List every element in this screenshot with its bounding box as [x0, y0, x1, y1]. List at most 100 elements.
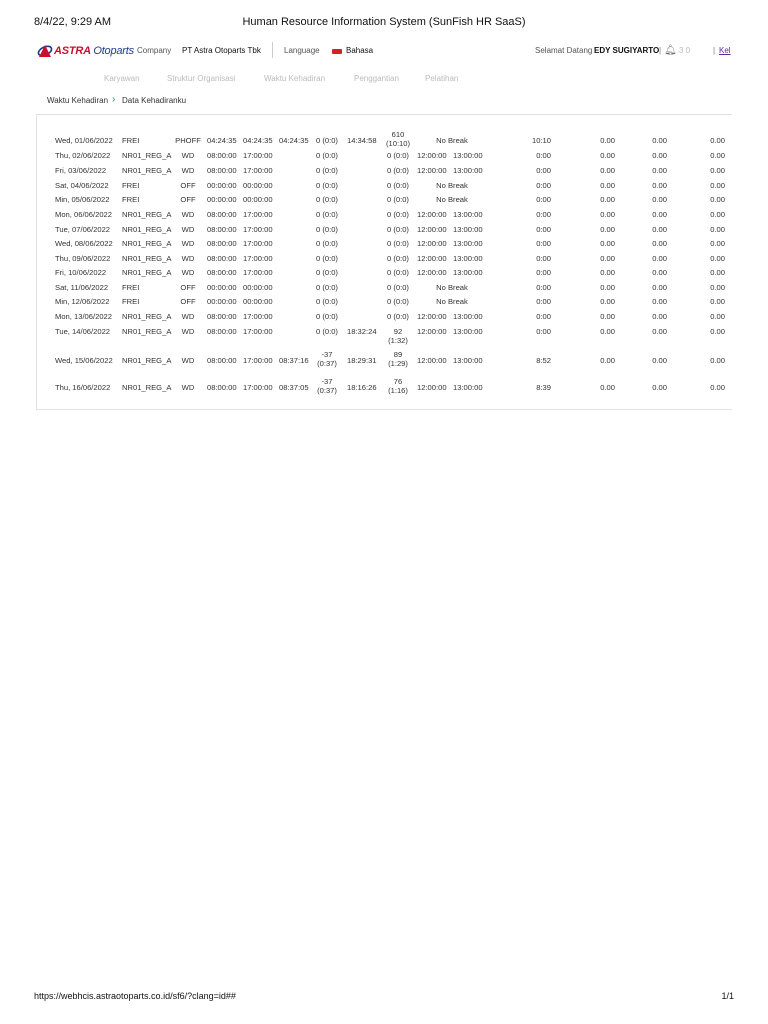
nav-item-penggantian[interactable]: Penggantian: [354, 74, 399, 83]
table-row: Wed, 15/06/2022 NR01_REG_A WD 08:00:00 17:00…: [37, 349, 732, 371]
cell-start: 08:00:00: [207, 210, 237, 219]
logout-link[interactable]: Kel: [719, 46, 731, 55]
cell-late: 0 (0:0): [316, 225, 338, 234]
cell-work: 0:00: [536, 151, 551, 160]
cell-type: WD: [181, 382, 195, 392]
cell-ot1: 0.00: [600, 355, 615, 365]
cell-late: 0 (0:0): [316, 254, 338, 263]
cell-early-minutes: 92: [393, 327, 403, 336]
company-logo[interactable]: ASTRA Otoparts: [36, 42, 134, 62]
nav-item-karyawan[interactable]: Karyawan: [104, 74, 140, 83]
cell-work: 0:00: [536, 239, 551, 248]
cell-break-end: 13:00:00: [453, 355, 483, 365]
cell-in: 04:24:35: [279, 135, 309, 145]
nav-item-struktur-organisasi[interactable]: Struktur Organisasi: [167, 74, 235, 83]
cell-break-end: 13:00:00: [453, 312, 483, 321]
cell-type: WD: [181, 210, 195, 219]
cell-break-start: 12:00:00: [417, 355, 447, 365]
cell-break: No Break: [436, 297, 468, 306]
chevron-right-icon: ›: [112, 94, 116, 105]
cell-break-end: 13:00:00: [453, 239, 483, 248]
cell-type: WD: [181, 312, 195, 321]
table-row: Fri, 10/06/2022 NR01_REG_A WD 08:00:00 17:00…: [37, 267, 732, 278]
cell-break: No Break: [436, 283, 468, 292]
cell-out: 14:34:58: [347, 135, 377, 145]
cell-ot3: 0.00: [710, 151, 725, 160]
cell-ot2: 0.00: [652, 297, 667, 306]
table-row: Tue, 07/06/2022 NR01_REG_A WD 08:00:00 17:00…: [37, 224, 732, 235]
cell-start: 00:00:00: [207, 181, 237, 190]
table-row: Wed, 08/06/2022 NR01_REG_A WD 08:00:00 17:00…: [37, 238, 732, 249]
cell-early-hours: (1:16): [388, 386, 408, 395]
cell-ot3: 0.00: [710, 225, 725, 234]
cell-type: WD: [181, 225, 195, 234]
cell-type: WD: [181, 166, 195, 175]
cell-end: 04:24:35: [243, 135, 273, 145]
language-label: Language: [284, 46, 320, 55]
cell-date: Fri, 03/06/2022: [55, 166, 107, 175]
indonesia-flag-icon: [332, 49, 342, 54]
cell-ot3: 0.00: [710, 239, 725, 248]
cell-early: 0 (0:0): [387, 151, 409, 160]
cell-ot1: 0.00: [600, 210, 615, 219]
table-row: Mon, 13/06/2022 NR01_REG_A WD 08:00:00 17:00…: [37, 311, 732, 322]
company-selector[interactable]: PT Astra Otoparts Tbk: [182, 46, 261, 55]
cell-end: 17:00:00: [243, 327, 273, 336]
cell-early-minutes: 610: [391, 130, 405, 139]
cell-shift: FREI: [122, 297, 140, 306]
cell-break-start: 12:00:00: [417, 268, 447, 277]
cell-shift: NR01_REG_A: [122, 254, 172, 263]
cell-work: 0:00: [536, 268, 551, 277]
cell-date: Sat, 11/06/2022: [55, 283, 109, 292]
cell-date: Fri, 10/06/2022: [55, 268, 107, 277]
table-row: Min, 12/06/2022 FREI OFF 00:00:00 00:00:00 0 …: [37, 296, 732, 307]
nav-item-pelatihan[interactable]: Pelatihan: [425, 74, 458, 83]
cell-work: 0:00: [536, 297, 551, 306]
cell-ot2: 0.00: [652, 239, 667, 248]
cell-start: 00:00:00: [207, 195, 237, 204]
print-footer: https://webhcis.astraotoparts.co.id/sf6/…: [34, 991, 734, 1005]
cell-date: Sat, 04/06/2022: [55, 181, 109, 190]
cell-work: 0:00: [536, 327, 551, 336]
table-row: Thu, 09/06/2022 NR01_REG_A WD 08:00:00 17:00…: [37, 253, 732, 264]
attendance-panel: Wed, 01/06/2022 FREI PHOFF 04:24:35 04:24:35…: [36, 114, 732, 410]
cell-date: Tue, 14/06/2022: [55, 327, 111, 336]
cell-start: 08:00:00: [207, 312, 237, 321]
cell-type: OFF: [180, 283, 196, 292]
cell-ot2: 0.00: [652, 382, 667, 392]
logo-brand: ASTRA: [54, 45, 91, 57]
cell-late: 0 (0:0): [316, 210, 338, 219]
cell-work: 10:10: [531, 135, 551, 145]
cell-start: 08:00:00: [207, 166, 237, 175]
cell-break-start: 12:00:00: [417, 254, 447, 263]
cell-ot1: 0.00: [600, 382, 615, 392]
cell-ot3: 0.00: [710, 195, 725, 204]
cell-late: 0 (0:0): [316, 312, 338, 321]
cell-end: 17:00:00: [243, 210, 273, 219]
cell-type: WD: [181, 239, 195, 248]
cell-ot3: 0.00: [710, 382, 725, 392]
cell-date: Thu, 09/06/2022: [55, 254, 111, 263]
cell-end: 17:00:00: [243, 239, 273, 248]
cell-in: 08:37:05: [279, 382, 309, 392]
language-selector[interactable]: Bahasa: [346, 46, 373, 55]
cell-ot2: 0.00: [652, 225, 667, 234]
user-name[interactable]: EDY SUGIYARTO: [594, 46, 659, 55]
cell-early: 610 (10:10): [383, 130, 413, 148]
cell-early: 89 (1:29): [383, 350, 413, 368]
cell-ot2: 0.00: [652, 195, 667, 204]
cell-out: 18:32:24: [347, 327, 377, 336]
cell-shift: NR01_REG_A: [122, 225, 172, 234]
cell-ot1: 0.00: [600, 166, 615, 175]
print-url: https://webhcis.astraotoparts.co.id/sf6/…: [34, 991, 236, 1001]
nav-item-waktu-kehadiran[interactable]: Waktu Kehadiran: [264, 74, 325, 83]
print-header: 8/4/22, 9:29 AM Human Resource Informati…: [34, 16, 734, 32]
cell-end: 17:00:00: [243, 225, 273, 234]
cell-early: 0 (0:0): [387, 166, 409, 175]
table-row: Min, 05/06/2022 FREI OFF 00:00:00 00:00:00 0 …: [37, 194, 732, 205]
bell-icon[interactable]: 🔔︎: [664, 45, 677, 57]
cell-ot2: 0.00: [652, 268, 667, 277]
cell-work: 0:00: [536, 283, 551, 292]
breadcrumb-parent[interactable]: Waktu Kehadiran: [47, 96, 108, 105]
cell-break: No Break: [436, 195, 468, 204]
